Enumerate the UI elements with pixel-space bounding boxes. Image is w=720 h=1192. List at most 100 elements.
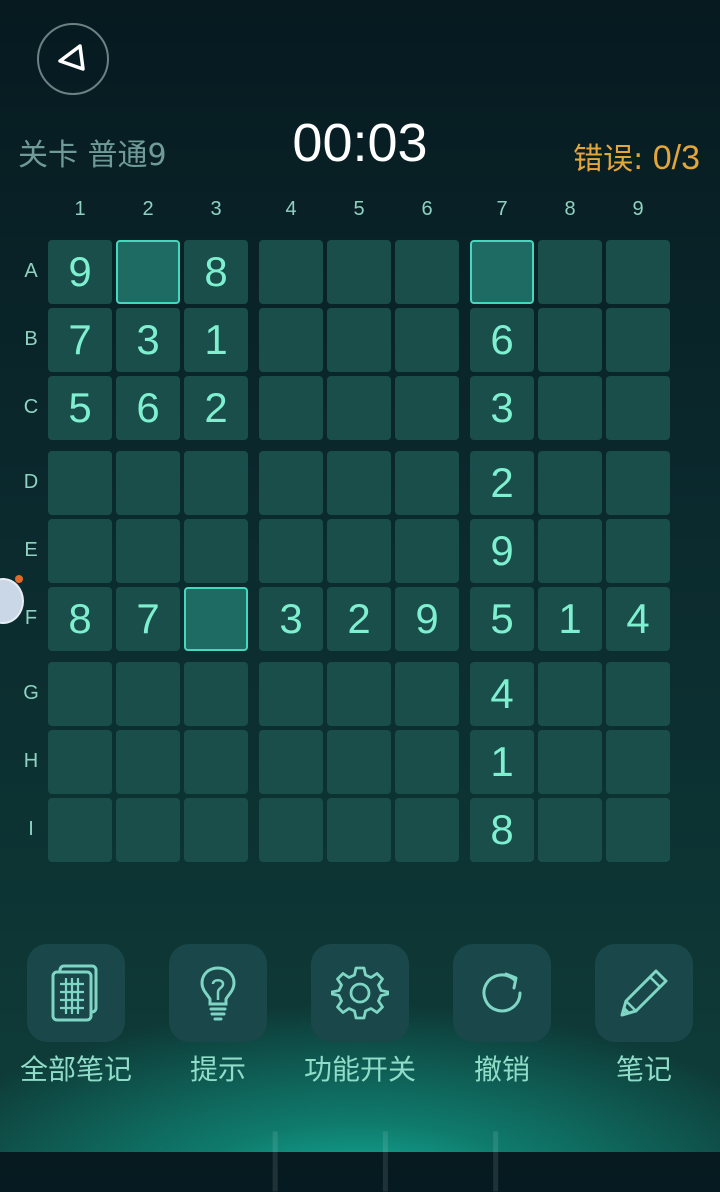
board-cell[interactable] <box>327 376 391 440</box>
board-cell[interactable] <box>395 240 459 304</box>
board-cell[interactable] <box>116 519 180 583</box>
board-cell[interactable]: 5 <box>48 376 112 440</box>
column-label: 2 <box>142 198 154 220</box>
board-cell[interactable] <box>606 451 670 515</box>
board-cell[interactable] <box>606 730 670 794</box>
board-cell[interactable] <box>606 376 670 440</box>
board-cell[interactable] <box>327 240 391 304</box>
board-cell[interactable] <box>538 662 602 726</box>
board-cell[interactable] <box>259 730 323 794</box>
column-label: 6 <box>421 198 433 220</box>
board-cell[interactable]: 3 <box>259 587 323 651</box>
board-cell[interactable] <box>116 451 180 515</box>
board-cell[interactable]: 5 <box>470 587 534 651</box>
board-cell[interactable]: 4 <box>470 662 534 726</box>
hint-label: 提示 <box>189 1053 246 1086</box>
board-cell[interactable] <box>327 662 391 726</box>
board-cell[interactable]: 7 <box>116 587 180 651</box>
board-cell[interactable] <box>470 240 534 304</box>
back-button[interactable] <box>37 23 109 95</box>
column-label: 8 <box>564 198 576 220</box>
board-cell[interactable] <box>184 451 248 515</box>
board-cell[interactable] <box>48 798 112 862</box>
board-cell[interactable] <box>606 519 670 583</box>
board-cell[interactable] <box>259 308 323 372</box>
row-label: D <box>23 471 39 493</box>
board-cell[interactable] <box>606 308 670 372</box>
board-cell[interactable]: 7 <box>48 308 112 372</box>
board-cell[interactable] <box>327 730 391 794</box>
board-cell[interactable] <box>116 662 180 726</box>
board-cell[interactable] <box>327 519 391 583</box>
column-label: 1 <box>74 198 86 220</box>
board-cell[interactable]: 1 <box>470 730 534 794</box>
board-cell[interactable]: 2 <box>470 451 534 515</box>
board-cell[interactable]: 9 <box>48 240 112 304</box>
board-cell[interactable]: 2 <box>327 587 391 651</box>
board-cell[interactable]: 9 <box>470 519 534 583</box>
board-cell[interactable] <box>395 730 459 794</box>
board-cell[interactable] <box>259 662 323 726</box>
board-cell[interactable] <box>538 730 602 794</box>
board-cell[interactable] <box>606 662 670 726</box>
board-cell[interactable]: 3 <box>116 308 180 372</box>
board-cell[interactable] <box>538 308 602 372</box>
board-cell[interactable] <box>184 798 248 862</box>
board-cell[interactable]: 8 <box>470 798 534 862</box>
board-cell[interactable] <box>327 451 391 515</box>
board-cell[interactable] <box>184 662 248 726</box>
grid-notes-icon <box>51 964 98 1022</box>
board-cell[interactable] <box>327 798 391 862</box>
board-cell[interactable] <box>48 451 112 515</box>
board-cell[interactable] <box>538 376 602 440</box>
board-cell[interactable] <box>184 730 248 794</box>
column-label: 9 <box>632 198 644 220</box>
column-label: 5 <box>353 198 365 220</box>
board-cell[interactable] <box>48 519 112 583</box>
notes-button[interactable]: 笔记 <box>573 944 715 1088</box>
board-cell[interactable] <box>48 662 112 726</box>
board-cell[interactable] <box>116 730 180 794</box>
all-notes-button[interactable]: 全部笔记 <box>5 944 147 1088</box>
board-cell[interactable] <box>259 240 323 304</box>
board-cell[interactable]: 6 <box>470 308 534 372</box>
board-cell[interactable] <box>116 798 180 862</box>
board-cell[interactable]: 3 <box>470 376 534 440</box>
board-cell[interactable]: 8 <box>48 587 112 651</box>
board-cell[interactable] <box>395 451 459 515</box>
board-cell[interactable] <box>48 730 112 794</box>
board-cell[interactable] <box>538 451 602 515</box>
board-cell[interactable]: 9 <box>395 587 459 651</box>
board-cell[interactable] <box>606 240 670 304</box>
board-cell[interactable] <box>259 519 323 583</box>
board-cell[interactable] <box>259 376 323 440</box>
board-cell[interactable] <box>116 240 180 304</box>
board-cell[interactable]: 4 <box>606 587 670 651</box>
board-cell[interactable]: 8 <box>184 240 248 304</box>
board-cell[interactable]: 2 <box>184 376 248 440</box>
board-cell[interactable] <box>259 798 323 862</box>
settings-button[interactable]: 功能开关 <box>289 944 431 1088</box>
column-label: 7 <box>496 198 508 220</box>
board-cell[interactable]: 6 <box>116 376 180 440</box>
board-cell[interactable] <box>538 798 602 862</box>
lightbulb-icon <box>200 966 236 1021</box>
pencil-icon <box>620 969 668 1017</box>
board-cell[interactable] <box>184 519 248 583</box>
board-cell[interactable] <box>606 798 670 862</box>
board-cell[interactable]: 1 <box>184 308 248 372</box>
board-cell[interactable] <box>259 451 323 515</box>
board-cell[interactable] <box>395 662 459 726</box>
board-cell[interactable]: 1 <box>538 587 602 651</box>
board-cell[interactable] <box>395 519 459 583</box>
board-cell[interactable] <box>395 308 459 372</box>
board-cell[interactable] <box>395 376 459 440</box>
undo-button[interactable]: 撤销 <box>431 944 573 1088</box>
board-cell[interactable] <box>327 308 391 372</box>
board-cell[interactable] <box>184 587 248 651</box>
board-cell[interactable] <box>395 798 459 862</box>
board-cell[interactable] <box>538 519 602 583</box>
row-label: H <box>23 750 39 772</box>
hint-button[interactable]: 提示 <box>147 944 289 1088</box>
board-cell[interactable] <box>538 240 602 304</box>
